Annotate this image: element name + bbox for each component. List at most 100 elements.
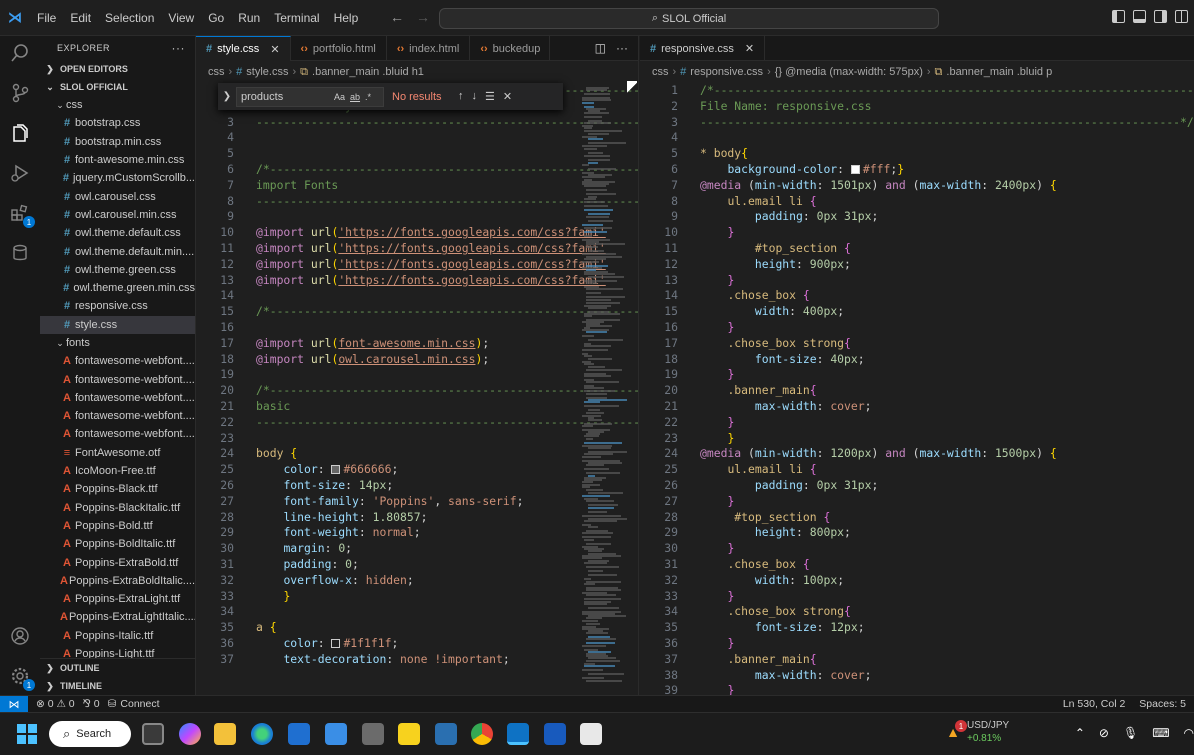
code-line[interactable]: 17 .chose_box strong{ [640,336,1194,352]
calculator-icon[interactable] [362,723,384,745]
code-line[interactable]: 3 ---------------------------------------… [196,115,638,131]
code-line[interactable]: 12 @import url('https://fonts.googleapis.… [196,257,638,273]
menu-view[interactable]: View [161,11,201,25]
code-line[interactable]: 20 /*------------------------------------… [196,383,638,399]
close-icon[interactable]: ✕ [270,43,279,56]
source-control-icon[interactable] [8,81,32,105]
code-line[interactable]: 30 } [640,541,1194,557]
code-line[interactable]: 36 color: #1f1f1f; [196,636,638,652]
breadcrumb-item[interactable]: css [208,66,225,78]
outline-section[interactable]: ❯ OUTLINE [40,659,195,677]
run-debug-icon[interactable] [8,161,32,185]
menu-edit[interactable]: Edit [63,11,98,25]
wifi-icon[interactable]: ◠ [1184,726,1194,740]
code-line[interactable]: 6 background-color: #fff;} [640,162,1194,178]
file-item[interactable]: # owl.carousel.min.css [40,206,195,224]
breadcrumb-item[interactable]: responsive.css [690,66,763,78]
code-line[interactable]: 27 font-family: 'Poppins', sans-serif; [196,494,638,510]
explorer-search-icon[interactable] [8,41,32,65]
code-line[interactable]: 35 font-size: 12px; [640,620,1194,636]
code-line[interactable]: 16 } [640,320,1194,336]
copilot-icon[interactable] [179,723,201,745]
tab-responsive-css[interactable]: # responsive.css ✕ [640,36,766,61]
folder-fonts[interactable]: ⌄ fonts [40,334,195,352]
code-line[interactable]: 13 @import url('https://fonts.googleapis.… [196,273,638,289]
menu-run[interactable]: Run [231,11,267,25]
remote-indicator-icon[interactable]: ⋈ [0,695,28,713]
code-line[interactable]: 9 [196,209,638,225]
account-icon[interactable] [8,624,32,648]
code-editor-style-css[interactable]: 1/*-------------------------------------… [196,83,638,695]
toggle-secondary-sidebar-icon[interactable] [1154,10,1167,23]
file-item[interactable]: # bootstrap.css [40,114,195,132]
code-line[interactable]: 11 #top_section { [640,241,1194,257]
back-arrow-icon[interactable]: ← [390,9,404,25]
file-item[interactable]: # owl.theme.green.min.css [40,279,195,297]
timeline-section[interactable]: ❯ TIMELINE [40,677,195,695]
code-line[interactable]: 29 font-weight: normal; [196,525,638,541]
keyboard-icon[interactable]: ⌨ [1152,726,1169,740]
code-line[interactable]: 8 ---------------------------------------… [196,194,638,210]
code-line[interactable]: 24 @media (min-width: 1200px) and (max-wi… [640,446,1194,462]
code-line[interactable]: 23 [196,431,638,447]
file-item[interactable]: A Poppins-Italic.ttf [40,627,195,645]
breadcrumb-item[interactable]: .banner_main .bluid p [946,66,1052,78]
code-line[interactable]: 15 width: 400px; [640,304,1194,320]
code-line[interactable]: 6 /*-------------------------------------… [196,162,638,178]
database-icon[interactable] [8,241,32,265]
minimap[interactable] [580,83,628,695]
code-line[interactable]: 5 * body{ [640,146,1194,162]
file-item[interactable]: # style.css [40,315,195,334]
toggle-panel-icon[interactable] [1133,10,1146,23]
code-line[interactable]: 34 .chose_box strong{ [640,604,1194,620]
code-line[interactable]: 24 body { [196,446,638,462]
customize-layout-icon[interactable] [1175,10,1188,23]
file-item[interactable]: Afontawesome-webfont.... [40,352,195,370]
code-line[interactable]: 31 .chose_box { [640,557,1194,573]
code-line[interactable]: 13 } [640,273,1194,289]
code-line[interactable]: 19 } [640,367,1194,383]
file-item[interactable]: Afontawesome-webfont.... [40,389,195,407]
menu-selection[interactable]: Selection [98,11,161,25]
more-actions-icon[interactable]: ··· [172,41,186,55]
code-line[interactable]: 10 @import url('https://fonts.googleapis.… [196,225,638,241]
code-line[interactable]: 31 padding: 0; [196,557,638,573]
ports-indicator[interactable]: ⅋ 0 [83,698,100,710]
menu-go[interactable]: Go [201,11,231,25]
file-item[interactable]: # owl.theme.green.css [40,261,195,279]
vscode-taskbar-icon[interactable] [507,723,529,745]
code-line[interactable]: 14 .chose_box { [640,288,1194,304]
file-item[interactable]: # font-awesome.min.css [40,151,195,169]
breadcrumb-item[interactable]: css [652,66,669,78]
file-item[interactable]: A IcoMoon-Free.ttf [40,462,195,480]
stock-widget[interactable]: ▲ 1 USD/JPY +0.81% [945,719,1009,745]
file-item[interactable]: A Poppins-ExtraBold.ttf [40,553,195,571]
file-item[interactable]: # responsive.css [40,297,195,315]
code-line[interactable]: 26 font-size: 14px; [196,478,638,494]
cursor-position[interactable]: Ln 530, Col 2 [1063,698,1125,710]
color-swatch-icon[interactable] [850,165,860,174]
forward-arrow-icon[interactable]: → [416,9,430,25]
code-line[interactable]: 22 --------------------------------------… [196,415,638,431]
tab-portfolio-html[interactable]: ‹› portfolio.html [291,36,387,61]
code-line[interactable]: 14 [196,288,638,304]
code-line[interactable]: 4 [196,130,638,146]
code-line[interactable]: 34 [196,604,638,620]
code-line[interactable]: 25 ul.email li { [640,462,1194,478]
breadcrumb-item[interactable]: .banner_main .bluid h1 [312,66,424,78]
code-line[interactable]: 8 ul.email li { [640,194,1194,210]
code-line[interactable]: 2 File Name: responsive.css [640,99,1194,115]
code-line[interactable]: 11 @import url('https://fonts.googleapis.… [196,241,638,257]
code-line[interactable]: 12 height: 900px; [640,257,1194,273]
file-explorer-icon[interactable] [214,723,236,745]
code-line[interactable]: 17 @import url(font-awesome.min.css); [196,336,638,352]
close-icon[interactable]: ✕ [745,42,754,55]
code-line[interactable]: 38 max-width: cover; [640,668,1194,684]
code-line[interactable]: 19 [196,367,638,383]
breadcrumb-item[interactable]: style.css [246,66,288,78]
code-line[interactable]: 7 @media (min-width: 1501px) and (max-wid… [640,178,1194,194]
problems-indicator[interactable]: ⊗ 0 ⚠ 0 [36,698,75,710]
file-item[interactable]: # owl.theme.default.css [40,224,195,242]
mail-icon[interactable] [325,723,347,745]
file-item[interactable]: A Poppins-ExtraLight.ttf [40,590,195,608]
